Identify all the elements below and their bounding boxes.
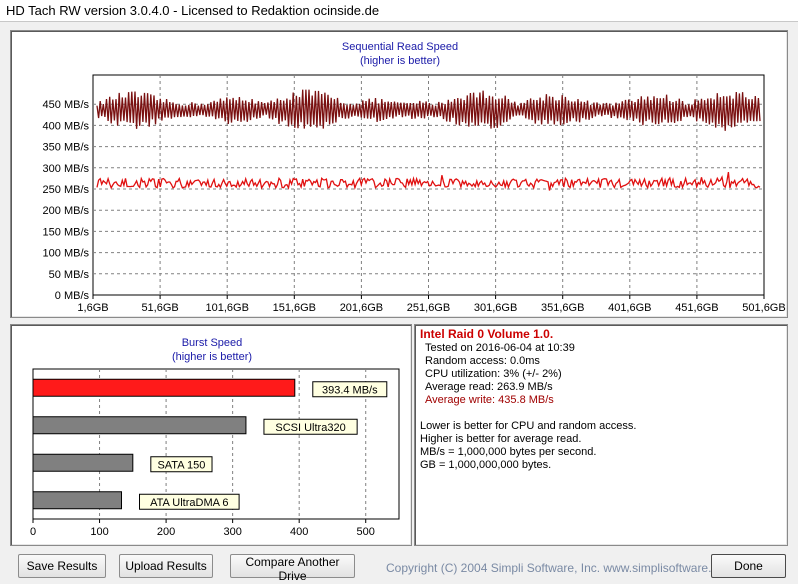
- note-mbps-definition: MB/s = 1,000,000 bytes per second.: [420, 446, 597, 458]
- sequential-chart-subtitle: (higher is better): [360, 55, 440, 67]
- svg-text:ATA UltraDMA 6: ATA UltraDMA 6: [150, 497, 228, 509]
- burst-bars: 393.4 MB/s SCSI Ultra320 SATA 150 ATA Ultra…: [32, 378, 388, 510]
- cpu-utilization: CPU utilization: 3% (+/- 2%): [425, 368, 562, 380]
- sequential-y-tick-label: 300 MB/s: [43, 163, 90, 175]
- burst-chart-title: Burst Speed: [182, 337, 243, 349]
- burst-bar-label: SATA 150: [150, 456, 213, 473]
- sequential-y-tick-label: 150 MB/s: [43, 226, 90, 238]
- svg-text:SCSI Ultra320: SCSI Ultra320: [275, 422, 345, 434]
- sequential-y-tick-label: 0 MB/s: [55, 290, 90, 302]
- burst-bar: [32, 416, 247, 435]
- burst-speed-panel: Burst Speed (higher is better) 393.4 MB/…: [10, 324, 412, 546]
- sequential-x-tick-label: 101,6GB: [205, 302, 248, 314]
- sequential-x-tick-label: 301,6GB: [474, 302, 517, 314]
- burst-bar-label: SCSI Ultra320: [263, 418, 358, 435]
- sequential-y-tick-label: 250 MB/s: [43, 184, 90, 196]
- note-gb-definition: GB = 1,000,000,000 bytes.: [420, 459, 552, 471]
- compare-another-drive-button[interactable]: Compare Another Drive: [230, 554, 355, 583]
- sequential-x-tick-label: 451,6GB: [675, 302, 718, 314]
- sequential-y-tick-label: 200 MB/s: [43, 205, 90, 217]
- sequential-x-tick-label: 151,6GB: [273, 302, 316, 314]
- sequential-chart-title: Sequential Read Speed: [342, 41, 458, 53]
- burst-x-tick-label: 500: [357, 526, 375, 538]
- svg-text:SATA 150: SATA 150: [157, 459, 205, 471]
- burst-x-tick-label: 200: [157, 526, 175, 538]
- burst-chart-subtitle: (higher is better): [172, 351, 252, 363]
- burst-bar-label: 393.4 MB/s: [312, 381, 388, 398]
- burst-x-tick-label: 400: [290, 526, 308, 538]
- burst-x-axis: 0 100 200 300 400 500: [30, 519, 375, 538]
- sequential-read-panel: Sequential Read Speed (higher is better)…: [10, 30, 788, 318]
- test-date: Tested on 2016-06-04 at 10:39: [425, 342, 575, 354]
- sequential-y-tick-label: 350 MB/s: [43, 142, 90, 154]
- save-results-button[interactable]: Save Results: [18, 554, 106, 578]
- sequential-x-tick-label: 1,6GB: [77, 302, 108, 314]
- window-title: HD Tach RW version 3.0.4.0 - Licensed to…: [0, 0, 798, 22]
- average-read: Average read: 263.9 MB/s: [425, 381, 553, 393]
- burst-bar: [32, 453, 134, 472]
- sequential-y-tick-label: 400 MB/s: [43, 120, 90, 132]
- burst-bar-label: ATA UltraDMA 6: [139, 493, 240, 510]
- svg-text:393.4 MB/s: 393.4 MB/s: [322, 384, 378, 396]
- series-line-read: [96, 171, 761, 191]
- sequential-x-tick-label: 401,6GB: [608, 302, 651, 314]
- sequential-x-tick-label: 201,6GB: [340, 302, 383, 314]
- copyright-text: Copyright (C) 2004 Simpli Software, Inc.…: [386, 561, 735, 575]
- sequential-read-chart: Sequential Read Speed (higher is better)…: [43, 41, 786, 314]
- sequential-y-axis: 0 MB/s 50 MB/s 100 MB/s 150 MB/s 200 MB/s 250…: [43, 99, 90, 302]
- burst-speed-chart: Burst Speed (higher is better) 393.4 MB/…: [30, 337, 400, 538]
- average-write: Average write: 435.8 MB/s: [425, 394, 554, 406]
- drive-name: Intel Raid 0 Volume 1.0.: [420, 327, 554, 341]
- burst-bar: [32, 491, 123, 510]
- note-higher-better: Higher is better for average read.: [420, 433, 582, 445]
- sequential-y-tick-label: 50 MB/s: [49, 269, 90, 281]
- burst-x-tick-label: 0: [30, 526, 36, 538]
- sequential-x-tick-label: 351,6GB: [541, 302, 584, 314]
- drive-info-panel: Intel Raid 0 Volume 1.0. Tested on 2016-…: [414, 324, 788, 546]
- sequential-series: [96, 89, 761, 191]
- burst-bar: [32, 378, 296, 397]
- note-lower-better: Lower is better for CPU and random acces…: [420, 420, 637, 432]
- sequential-x-tick-label: 51,6GB: [141, 302, 178, 314]
- done-button[interactable]: Done: [711, 554, 786, 578]
- sequential-y-tick-label: 100 MB/s: [43, 248, 90, 260]
- upload-results-button[interactable]: Upload Results: [119, 554, 213, 578]
- burst-x-tick-label: 300: [223, 526, 241, 538]
- sequential-x-tick-label: 251,6GB: [407, 302, 450, 314]
- burst-x-tick-label: 100: [90, 526, 108, 538]
- random-access: Random access: 0.0ms: [425, 355, 540, 367]
- sequential-x-tick-label: 501,6GB: [742, 302, 785, 314]
- sequential-x-axis: 1,6GB 51,6GB 101,6GB 151,6GB 201,6GB 251,6GB 3…: [77, 295, 786, 314]
- sequential-y-tick-label: 450 MB/s: [43, 99, 90, 111]
